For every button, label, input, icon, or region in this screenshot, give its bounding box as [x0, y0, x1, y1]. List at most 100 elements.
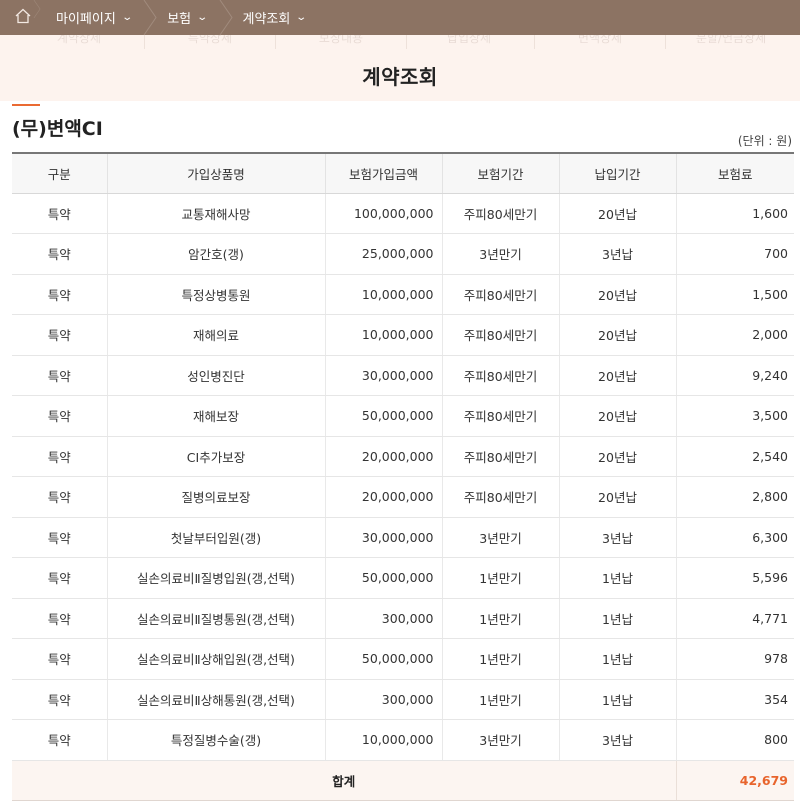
cell-insurance-period: 1년만기 — [442, 679, 560, 720]
table-row: 특약 실손의료비Ⅱ질병입원(갱,선택) 50,000,000 1년만기 1년납 5,596 — [12, 557, 794, 599]
tab-payment-detail[interactable]: 납입상세 — [404, 35, 534, 46]
cell-payment-period: 1년납 — [559, 679, 677, 720]
cell-type: 특약 — [12, 314, 108, 356]
cell-product-name: 특정상병통원 — [107, 274, 326, 315]
chevron-down-icon: ⌄ — [196, 12, 209, 23]
cell-product-name: 암간호(갱) — [107, 233, 326, 275]
sub-tabs: 계약상세 특약상세 보장내용 납입상세 변액상세 분할/연금상세 — [0, 35, 800, 49]
home-button[interactable] — [0, 0, 46, 35]
cell-type: 특약 — [12, 638, 108, 680]
cell-insured-amount: 50,000,000 — [325, 638, 443, 680]
cell-insurance-period: 주피80세만기 — [442, 193, 560, 234]
cell-type: 특약 — [12, 719, 108, 761]
cell-product-name: 실손의료비Ⅱ상해통원(갱,선택) — [107, 679, 326, 720]
cell-premium: 800 — [676, 719, 794, 761]
breadcrumb-item-mypage[interactable]: 마이페이지 ⌄ — [46, 0, 157, 35]
cell-product-name: 재해의료 — [107, 314, 326, 356]
tab-contract-detail[interactable]: 계약상세 — [14, 35, 144, 46]
cell-insured-amount: 30,000,000 — [325, 355, 443, 396]
cell-insured-amount: 50,000,000 — [325, 395, 443, 437]
cell-insured-amount: 20,000,000 — [325, 436, 443, 477]
breadcrumb-item-contract[interactable]: 계약조회 ⌄ — [233, 0, 332, 35]
cell-premium: 6,300 — [676, 517, 794, 558]
cell-premium: 5,596 — [676, 557, 794, 599]
cell-payment-period: 1년납 — [559, 557, 677, 599]
breadcrumb-separator — [33, 0, 41, 18]
total-label: 합계 — [12, 760, 677, 801]
cell-product-name: CI추가보장 — [107, 436, 326, 477]
breadcrumb-label: 계약조회 — [242, 12, 291, 27]
cell-type: 특약 — [12, 598, 108, 639]
cell-type: 특약 — [12, 476, 108, 518]
cell-insurance-period: 주피80세만기 — [442, 436, 560, 477]
cell-type: 특약 — [12, 355, 108, 396]
cell-payment-period: 3년납 — [559, 233, 677, 275]
cell-premium: 1,600 — [676, 193, 794, 234]
tab-variable-detail[interactable]: 변액상세 — [535, 35, 665, 46]
cell-type: 특약 — [12, 517, 108, 558]
column-header-payment-period: 납입기간 — [559, 152, 677, 194]
table-row: 특약 암간호(갱) 25,000,000 3년만기 3년납 700 — [12, 233, 794, 275]
cell-type: 특약 — [12, 193, 108, 234]
cell-insurance-period: 3년만기 — [442, 517, 560, 558]
chevron-down-icon: ⌄ — [121, 12, 133, 23]
table-row: 특약 특정상병통원 10,000,000 주피80세만기 20년납 1,500 — [12, 274, 794, 315]
accent-line — [12, 104, 40, 106]
cell-payment-period: 1년납 — [559, 638, 677, 680]
cell-type: 특약 — [12, 436, 108, 477]
cell-premium: 4,771 — [676, 598, 794, 639]
tab-rider-detail[interactable]: 특약상세 — [145, 35, 275, 46]
tab-coverage[interactable]: 보장내용 — [276, 35, 406, 46]
cell-type: 특약 — [12, 679, 108, 720]
table-row: 특약 CI추가보장 20,000,000 주피80세만기 20년납 2,540 — [12, 436, 794, 477]
breadcrumb-label: 마이페이지 — [56, 12, 116, 27]
tab-annuity-detail[interactable]: 분할/연금상세 — [666, 35, 796, 46]
cell-product-name: 특정질병수술(갱) — [107, 719, 326, 761]
cell-insured-amount: 300,000 — [325, 679, 443, 720]
cell-insurance-period: 1년만기 — [442, 638, 560, 680]
unit-note: (단위 : 원) — [737, 134, 792, 148]
table-row: 특약 실손의료비Ⅱ상해입원(갱,선택) 50,000,000 1년만기 1년납 978 — [12, 638, 794, 680]
cell-payment-period: 20년납 — [559, 314, 677, 356]
cell-product-name: 실손의료비Ⅱ상해입원(갱,선택) — [107, 638, 326, 680]
cell-product-name: 실손의료비Ⅱ질병통원(갱,선택) — [107, 598, 326, 639]
breadcrumb-item-insurance[interactable]: 보험 ⌄ — [157, 0, 233, 35]
cell-insured-amount: 30,000,000 — [325, 517, 443, 558]
cell-payment-period: 3년납 — [559, 517, 677, 558]
cell-premium: 1,500 — [676, 274, 794, 315]
table-row: 특약 첫날부터입원(갱) 30,000,000 3년만기 3년납 6,300 — [12, 517, 794, 558]
cell-product-name: 재해보장 — [107, 395, 326, 437]
table-row: 특약 특정질병수술(갱) 10,000,000 3년만기 3년납 800 — [12, 719, 794, 761]
cell-payment-period: 3년납 — [559, 719, 677, 761]
cell-product-name: 실손의료비Ⅱ질병입원(갱,선택) — [107, 557, 326, 599]
cell-premium: 2,540 — [676, 436, 794, 477]
table-body: 특약 교통재해사망 100,000,000 주피80세만기 20년납 1,600 특약 암간호… — [12, 193, 794, 761]
table-row: 특약 실손의료비Ⅱ질병통원(갱,선택) 300,000 1년만기 1년납 4,771 — [12, 598, 794, 639]
breadcrumb-separator — [219, 0, 233, 35]
cell-insurance-period: 3년만기 — [442, 233, 560, 275]
cell-payment-period: 20년납 — [559, 355, 677, 396]
cell-payment-period: 20년납 — [559, 193, 677, 234]
cell-product-name: 성인병진단 — [107, 355, 326, 396]
cell-premium: 2,000 — [676, 314, 794, 356]
cell-premium: 9,240 — [676, 355, 794, 396]
page-title: 계약조회 — [362, 64, 438, 89]
column-header-type: 구분 — [12, 152, 108, 194]
table-row: 특약 실손의료비Ⅱ상해통원(갱,선택) 300,000 1년만기 1년납 354 — [12, 679, 794, 720]
cell-insurance-period: 주피80세만기 — [442, 476, 560, 518]
column-header-product: 가입상품명 — [107, 152, 326, 194]
cell-payment-period: 20년납 — [559, 476, 677, 518]
cell-payment-period: 20년납 — [559, 436, 677, 477]
cell-insured-amount: 10,000,000 — [325, 274, 443, 315]
cell-type: 특약 — [12, 274, 108, 315]
cell-insured-amount: 300,000 — [325, 598, 443, 639]
cell-insurance-period: 3년만기 — [442, 719, 560, 761]
table-row: 특약 질병의료보장 20,000,000 주피80세만기 20년납 2,800 — [12, 476, 794, 518]
cell-insurance-period: 주피80세만기 — [442, 395, 560, 437]
cell-insurance-period: 주피80세만기 — [442, 274, 560, 315]
cell-insured-amount: 20,000,000 — [325, 476, 443, 518]
total-value: 42,679 — [676, 760, 794, 801]
table-row: 특약 재해의료 10,000,000 주피80세만기 20년납 2,000 — [12, 314, 794, 356]
cell-insured-amount: 100,000,000 — [325, 193, 443, 234]
cell-insurance-period: 주피80세만기 — [442, 355, 560, 396]
